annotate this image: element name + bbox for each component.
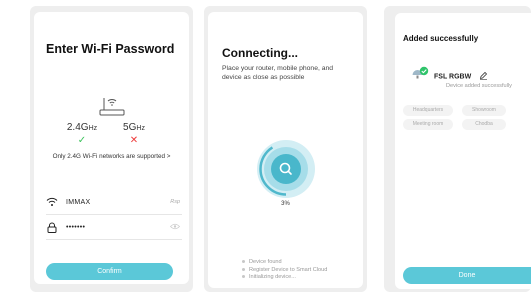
band-2-4-unit: Hz [88, 125, 98, 132]
step-label: Register Device to Smart Cloud [249, 266, 328, 273]
step-label: Device found [249, 259, 282, 265]
wifi-password-screen: Enter Wi-Fi Password 2.4GHz 5GHz ✓ ✕ Onl… [30, 6, 193, 292]
switch-network-link[interactable]: Rsp [170, 199, 180, 205]
check-icon: ✓ [77, 135, 87, 146]
password-value: ••••••• [66, 224, 86, 231]
wifi-icon [46, 197, 58, 209]
connecting-screen: Connecting... Place your router, mobile … [204, 6, 367, 292]
device-icon [411, 66, 431, 91]
edit-pencil-icon[interactable] [479, 71, 488, 82]
support-note-link[interactable]: Only 2.4G Wi-Fi networks are supported > [34, 153, 189, 160]
progress-core [271, 154, 301, 184]
band-2-4-label: 2.4G [66, 122, 89, 133]
device-status: Device added successfully [446, 83, 512, 89]
room-chip-headquarters[interactable]: Headquarters [403, 105, 453, 116]
band-5-unit: Hz [136, 125, 145, 132]
device-name: FSL RGBW [434, 71, 488, 82]
ssid-field[interactable]: IMMAX Rsp [46, 193, 182, 215]
page-title: Added successfully [403, 34, 479, 43]
page-title: Enter Wi-Fi Password [46, 42, 175, 56]
step-item: Initializing device... [242, 274, 327, 282]
chevron-right-icon: > [166, 153, 171, 160]
step-bullet [242, 260, 245, 264]
band-2-4ghz: 2.4GHz [62, 122, 102, 133]
progress-ring [257, 140, 315, 198]
wifi-password-card: Enter Wi-Fi Password 2.4GHz 5GHz ✓ ✕ Onl… [34, 12, 189, 284]
step-bullet [242, 267, 245, 271]
confirm-button[interactable]: Confirm [46, 263, 173, 280]
step-item: Device found [242, 259, 327, 267]
device-name-text: FSL RGBW [434, 73, 472, 81]
connecting-description: Place your router, mobile phone, and dev… [222, 65, 334, 81]
step-bullet [242, 275, 245, 279]
lock-icon [46, 222, 58, 235]
added-success-screen: Added successfully FSL RGBW Device added… [384, 6, 531, 292]
page-title: Connecting... [222, 46, 298, 60]
connecting-card: Connecting... Place your router, mobile … [208, 12, 363, 288]
eye-icon[interactable] [169, 223, 181, 232]
room-chip-showroom[interactable]: Showroom [462, 105, 506, 116]
progress-percent: 3% [281, 201, 290, 207]
step-item: Register Device to Smart Cloud [242, 267, 327, 275]
room-chip-meeting-room[interactable]: Meeting room [403, 119, 453, 130]
band-5ghz: 5GHz [114, 122, 154, 133]
support-note-text: Only 2.4G Wi-Fi networks are supported [52, 153, 165, 160]
ssid-value: IMMAX [66, 199, 91, 206]
done-button[interactable]: Done [403, 267, 531, 284]
password-field[interactable]: ••••••• [46, 218, 182, 240]
band-5-label: 5G [123, 122, 137, 133]
cross-icon: ✕ [129, 135, 139, 146]
step-label: Initializing device... [249, 274, 296, 280]
connection-steps: Device found Register Device to Smart Cl… [242, 259, 327, 282]
room-chip-chodba[interactable]: Chodba [462, 119, 506, 130]
router-icon [34, 94, 189, 123]
added-success-card: Added successfully FSL RGBW Device added… [395, 13, 531, 289]
